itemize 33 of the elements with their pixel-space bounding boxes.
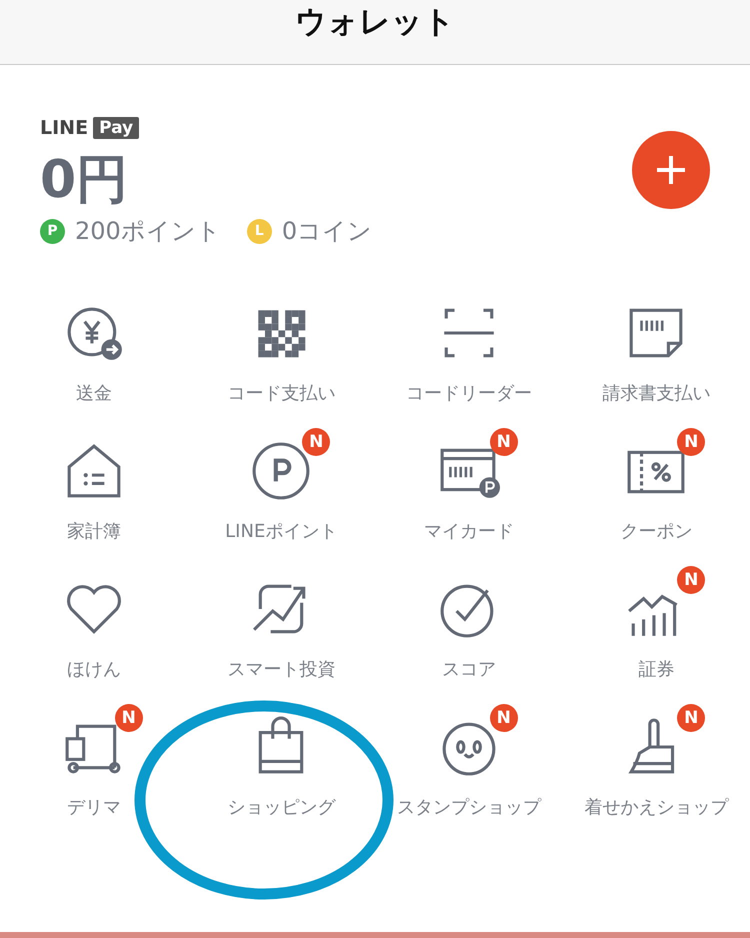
new-badge: N [677, 704, 706, 732]
point-coin-icon[interactable] [250, 440, 312, 502]
new-badge: N [490, 428, 518, 456]
logo-badge: Pay [93, 117, 140, 139]
new-badge: N [677, 566, 706, 594]
plus-icon [655, 154, 687, 186]
menu-item-label[interactable]: コード支払い [227, 384, 336, 404]
balance-amount: 0円 [40, 149, 130, 211]
menu-item-label[interactable]: スマート投資 [227, 660, 336, 680]
menu-item-label[interactable]: LINEポイント [225, 522, 338, 542]
new-badge: N [114, 704, 143, 732]
menu-item-label[interactable]: ほけん [66, 660, 121, 680]
menu-item-label[interactable]: スコア [442, 660, 496, 680]
menu-item-label[interactable]: マイカード [424, 522, 514, 542]
menu-item-label[interactable]: 家計簿 [66, 522, 121, 542]
menu-item-label[interactable]: 証券 [638, 660, 674, 680]
menu-item-label[interactable]: 送金 [76, 384, 112, 404]
window-title: ウォレット [295, 3, 455, 42]
balance-text: 200ポイント [75, 216, 221, 247]
logo-text: LINE [40, 117, 88, 139]
menu-item-label[interactable]: クーポン [620, 522, 692, 542]
menu-item-label[interactable]: ショッピング [227, 798, 336, 818]
menu-item-label[interactable]: 請求書支払い [602, 384, 710, 404]
new-badge: N [677, 428, 706, 456]
new-badge: N [302, 428, 330, 456]
balance-text: 0コイン [282, 216, 372, 247]
menu-item-label[interactable]: 着せかえショップ [584, 798, 728, 818]
menu-item-label[interactable]: コードリーダー [406, 384, 532, 404]
new-badge: N [490, 704, 518, 732]
menu-item-label[interactable]: デリマ [66, 798, 121, 818]
currency-badge: L [246, 218, 272, 244]
currency-badge: P [40, 218, 65, 244]
menu-item-label[interactable]: スタンプショップ [396, 798, 541, 818]
